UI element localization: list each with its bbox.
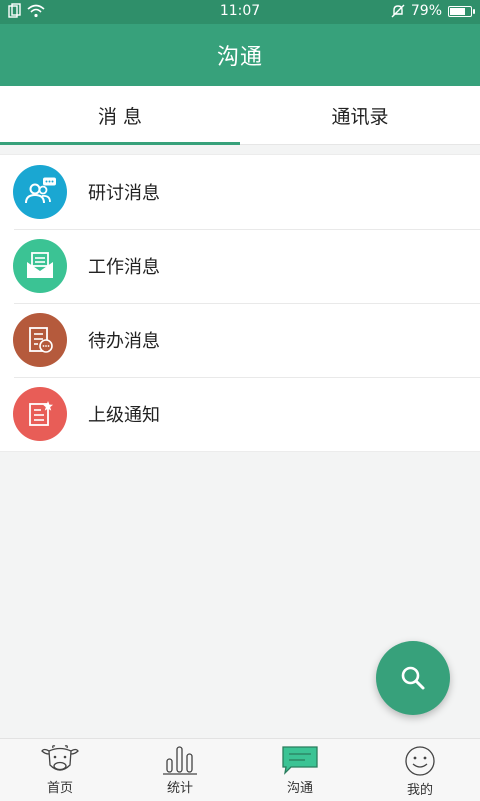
smiley-icon	[405, 746, 435, 776]
page-title: 沟通	[216, 45, 263, 70]
list-item-label: 研讨消息	[88, 183, 160, 204]
list-item-label: 工作消息	[88, 257, 160, 278]
status-bar: 11:07 79%	[0, 0, 480, 24]
search-icon	[401, 666, 425, 690]
battery-percent: 79%	[410, 3, 442, 19]
bar-chart-icon	[163, 746, 197, 775]
cow-icon	[41, 745, 79, 771]
list-item-label: 上级通知	[88, 405, 160, 426]
nav-chat[interactable]: 沟通	[240, 739, 360, 801]
status-right: 79%	[391, 3, 475, 19]
nav-label: 统计	[166, 781, 193, 796]
message-list: 研讨消息 工作消息 待办消息 上级通知	[0, 154, 480, 452]
list-item-discussion[interactable]: 研讨消息	[0, 155, 480, 229]
nav-label: 我的	[406, 783, 433, 798]
nav-label: 首页	[46, 781, 73, 796]
list-item-label: 待办消息	[88, 331, 160, 352]
notice-icon	[13, 387, 67, 441]
title-bar: 沟通	[0, 24, 480, 86]
battery-fill	[450, 7, 466, 15]
battery-icon	[448, 5, 475, 17]
list-item-notice[interactable]: 上级通知	[0, 377, 480, 451]
tab-messages[interactable]: 消 息	[0, 86, 240, 145]
bottom-nav: 首页 统计 沟通 我的	[0, 738, 480, 801]
nav-mine[interactable]: 我的	[360, 739, 480, 801]
chat-icon	[282, 746, 318, 775]
tab-bar: 消 息 通讯录	[0, 86, 480, 145]
todo-icon	[13, 313, 67, 367]
list-item-work[interactable]: 工作消息	[0, 229, 480, 303]
mail-icon	[13, 239, 67, 293]
nav-home[interactable]: 首页	[0, 739, 120, 801]
discussion-icon	[13, 165, 67, 219]
search-button[interactable]	[376, 641, 450, 715]
mute-bell-icon	[391, 4, 405, 18]
tab-contacts[interactable]: 通讯录	[240, 86, 480, 144]
nav-label: 沟通	[286, 781, 313, 796]
nav-stats[interactable]: 统计	[120, 739, 240, 801]
list-item-todo[interactable]: 待办消息	[0, 303, 480, 377]
